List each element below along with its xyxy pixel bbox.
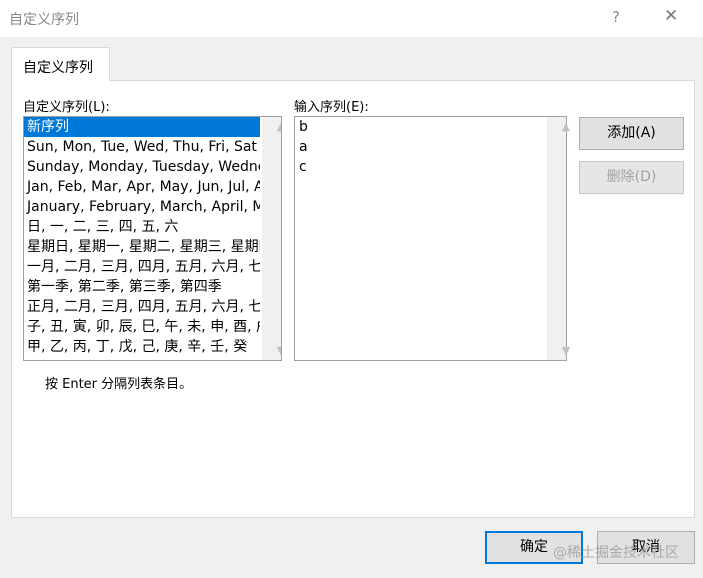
tab-custom-lists[interactable]: 自定义序列 xyxy=(11,47,110,81)
list-item[interactable]: Sun, Mon, Tue, Wed, Thu, Fri, Sat xyxy=(24,137,260,157)
scrollbar[interactable]: ▲▼ xyxy=(262,117,281,360)
list-item[interactable]: 正月, 二月, 三月, 四月, 五月, 六月, 七月 xyxy=(24,297,260,317)
list-item[interactable]: Sunday, Monday, Tuesday, Wednesday xyxy=(24,157,260,177)
entry-line: c xyxy=(299,159,307,175)
list-item[interactable]: 日, 一, 二, 三, 四, 五, 六 xyxy=(24,217,260,237)
scroll-up-icon[interactable]: ▲ xyxy=(272,120,281,133)
list-item[interactable]: January, February, March, April, May xyxy=(24,197,260,217)
custom-lists-listbox[interactable]: 新序列 Sun, Mon, Tue, Wed, Thu, Fri, Sat Sund… xyxy=(23,116,282,361)
list-entries-input[interactable]: b a c ▲ ▼ xyxy=(294,116,570,361)
list-item[interactable]: 星期日, 星期一, 星期二, 星期三, 星期四 xyxy=(24,237,260,257)
add-button[interactable]: 添加(A) xyxy=(579,117,684,150)
window-title: 自定义序列 xyxy=(9,12,79,28)
list-item[interactable]: Jan, Feb, Mar, Apr, May, Jun, Jul, Aug xyxy=(24,177,260,197)
scroll-down-icon[interactable]: ▼ xyxy=(557,344,576,357)
list-item[interactable]: 一月, 二月, 三月, 四月, 五月, 六月, 七月 xyxy=(24,257,260,277)
list-entries-label: 输入序列(E): xyxy=(294,100,369,115)
scrollbar[interactable]: ▲▼ xyxy=(547,117,570,360)
list-item[interactable]: 新序列 xyxy=(24,117,260,137)
scroll-up-icon[interactable]: ▲ xyxy=(557,120,576,133)
close-icon[interactable]: ✕ xyxy=(664,6,678,26)
entry-line: b xyxy=(299,119,308,135)
delete-button[interactable]: 删除(D) xyxy=(579,161,684,194)
title-bar: 自定义序列 ? ✕ xyxy=(0,0,703,37)
list-item[interactable]: 第一季, 第二季, 第三季, 第四季 xyxy=(24,277,260,297)
scroll-down-icon[interactable]: ▼ xyxy=(272,344,281,357)
watermark: @稀土掘金技术社区 xyxy=(553,545,679,561)
hint-text: 按 Enter 分隔列表条目。 xyxy=(45,377,193,392)
entry-line: a xyxy=(299,139,308,155)
list-item[interactable]: 子, 丑, 寅, 卯, 辰, 巳, 午, 未, 申, 酉, 戌 xyxy=(24,317,260,337)
list-item[interactable]: 甲, 乙, 丙, 丁, 戊, 己, 庚, 辛, 壬, 癸 xyxy=(24,337,260,357)
help-icon[interactable]: ? xyxy=(612,8,620,26)
custom-lists-label: 自定义序列(L): xyxy=(23,100,110,115)
